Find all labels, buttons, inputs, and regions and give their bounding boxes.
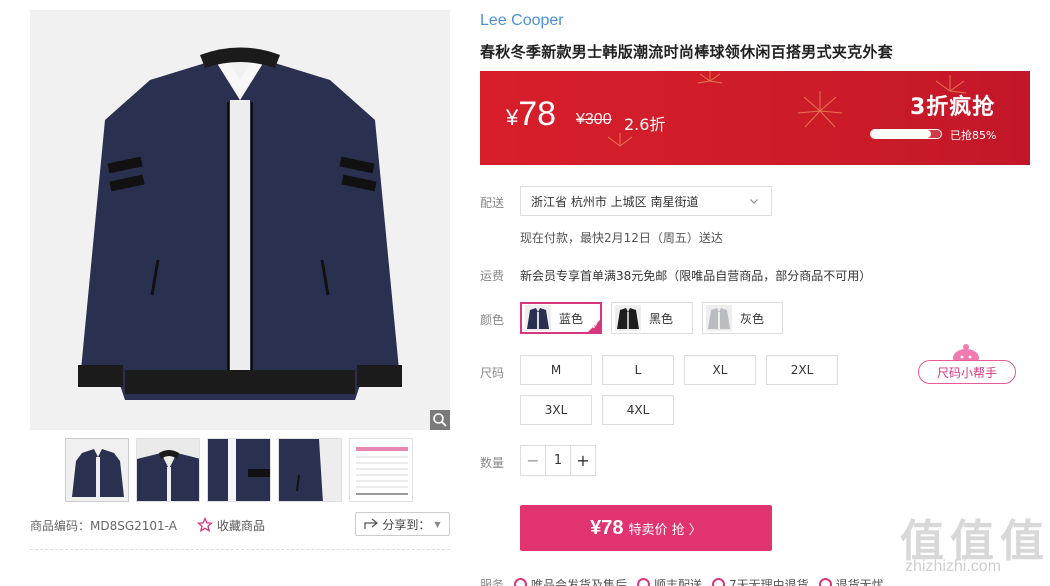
size-option-2xl[interactable]: 2XL	[766, 355, 838, 385]
service-label: 服务	[480, 578, 505, 586]
chevron-down-icon	[750, 199, 758, 204]
delivery-label: 配送	[480, 196, 505, 210]
thumbnail-strip	[65, 438, 413, 502]
shipping-label: 运费	[480, 269, 505, 283]
color-swatch-grey	[706, 305, 732, 331]
star-icon	[196, 517, 213, 533]
shipping-note: 新会员专享首单满38元免邮（限唯品自营商品，部分商品不可用）	[520, 269, 872, 283]
price-banner: ¥78 ¥300 2.6折 3折疯抢 已抢85%	[480, 71, 1030, 165]
sold-progress-fill	[871, 130, 931, 138]
buy-price: ¥78	[590, 516, 624, 539]
current-price: ¥78	[506, 95, 557, 133]
quantity-value[interactable]: 1	[545, 446, 571, 475]
color-label: 颜色	[480, 313, 505, 327]
color-option-blue[interactable]: 蓝色 ✓	[520, 302, 602, 334]
left-divider	[30, 549, 450, 550]
thumbnail-4[interactable]	[278, 438, 342, 502]
quantity-stepper: − 1 +	[520, 445, 596, 476]
color-option-black[interactable]: 黑色	[611, 302, 693, 334]
favorite-button[interactable]: 收藏商品	[196, 517, 265, 534]
thumbnail-3[interactable]	[207, 438, 271, 502]
size-option-xl[interactable]: XL	[684, 355, 756, 385]
zoom-icon[interactable]	[430, 410, 450, 430]
service-item: 7天无理由退货	[712, 576, 809, 586]
share-label: 分享到：	[382, 517, 431, 532]
check-circle-icon	[637, 578, 651, 586]
check-circle-icon	[818, 578, 832, 586]
service-item: 唯品会发货及售后	[514, 576, 627, 586]
thumbnail-5[interactable]	[349, 438, 413, 502]
color-name: 灰色	[740, 311, 765, 326]
check-circle-icon	[514, 578, 528, 586]
share-icon	[364, 518, 379, 529]
check-icon: ✓	[591, 322, 599, 332]
main-product-image[interactable]	[30, 10, 450, 430]
share-button[interactable]: 分享到： ▼	[355, 512, 450, 536]
thumbnail-1[interactable]	[65, 438, 129, 502]
discount-rate: 2.6折	[624, 115, 666, 134]
brand-name[interactable]: Lee Cooper	[480, 12, 564, 30]
sold-percentage: 已抢85%	[950, 129, 997, 142]
quantity-plus-button[interactable]: +	[571, 446, 595, 475]
size-option-l[interactable]: L	[602, 355, 674, 385]
size-option-4xl[interactable]: 4XL	[602, 395, 674, 425]
address-select[interactable]: 浙江省 杭州市 上城区 南星街道	[520, 186, 772, 216]
watermark-url: zhizhizhi.com	[905, 558, 1002, 575]
color-option-grey[interactable]: 灰色	[702, 302, 783, 334]
service-item: 顺丰配送	[637, 576, 702, 586]
color-swatch-black	[615, 305, 641, 331]
size-option-3xl[interactable]: 3XL	[520, 395, 592, 425]
sold-progress-bar	[870, 129, 942, 139]
check-circle-icon	[712, 578, 726, 586]
chevron-down-icon: ▼	[434, 519, 441, 529]
thumbnail-2[interactable]	[136, 438, 200, 502]
size-helper-label: 尺码小帮手	[918, 360, 1016, 384]
product-title: 春秋冬季新款男士韩版潮流时尚棒球领休闲百搭男式夹克外套	[480, 43, 894, 61]
size-helper[interactable]: 尺码小帮手	[918, 342, 1016, 386]
favorite-label: 收藏商品	[216, 518, 265, 533]
service-item: 退货无忧	[818, 576, 884, 586]
buy-now-button[interactable]: ¥78 特卖价 抢 〉	[520, 505, 772, 551]
product-sku: 商品编码：MD8SG2101-A	[30, 518, 177, 533]
buy-text: 特卖价 抢 〉	[628, 522, 702, 538]
delivery-note: 现在付款，最快2月12日（周五）送达	[520, 231, 723, 245]
quantity-minus-button[interactable]: −	[521, 446, 545, 475]
color-name: 蓝色	[559, 311, 584, 326]
size-label: 尺码	[480, 366, 505, 380]
flash-sale-tag: 3折疯抢	[910, 95, 996, 120]
product-meta-row: 商品编码：MD8SG2101-A 收藏商品 分享到： ▼	[30, 512, 450, 538]
service-list: 服务 唯品会发货及售后 顺丰配送 7天无理由退货 退货无忧	[480, 576, 884, 586]
original-price: ¥300	[576, 111, 612, 128]
color-swatch-blue	[525, 305, 551, 331]
color-name: 黑色	[649, 311, 674, 326]
jacket-image	[30, 10, 450, 430]
size-option-m[interactable]: M	[520, 355, 592, 385]
quantity-label: 数量	[480, 456, 505, 470]
address-value: 浙江省 杭州市 上城区 南星街道	[531, 194, 699, 209]
